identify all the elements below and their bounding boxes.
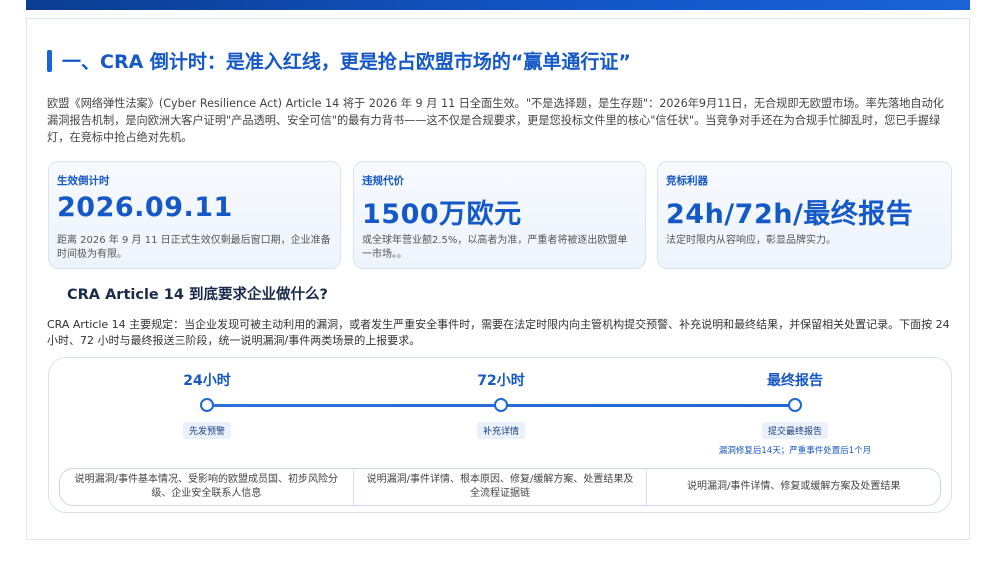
intro-paragraph: 欧盟《网络弹性法案》(Cyber Resilience Act) Article… [47, 97, 944, 144]
reporting-timeline: 24小时 72小时 最终报告 先发预警 补充详情 提交最终报告 漏洞修复后14天… [48, 357, 952, 513]
section-title: 一、CRA 倒计时：是准入红线，更是抢占欧盟市场的“赢单通行证” [62, 51, 631, 73]
top-banner-bar [26, 0, 970, 10]
stat-label: 违规代价 [362, 175, 404, 187]
phase-detail-24h: 说明漏洞/事件基本情况、受影响的欧盟成员国、初步风险分级、企业安全联系人信息 [60, 469, 354, 505]
phase-tag-72h: 补充详情 [476, 422, 526, 439]
final-deadline-note: 漏洞修复后14天；严重事件处置后1个月 [718, 446, 872, 456]
section-header: 一、CRA 倒计时：是准入红线，更是抢占欧盟市场的“赢单通行证” [47, 47, 631, 74]
timeline-node-final [788, 398, 802, 412]
phase-detail-row: 说明漏洞/事件基本情况、受影响的欧盟成员国、初步风险分级、企业安全联系人信息 说… [59, 468, 941, 506]
phase-tag-24h: 先发预警 [182, 422, 232, 439]
stat-desc: 距离 2026 年 9 月 11 日正式生效仅剩最后窗口期，企业准备时间极为有限… [57, 235, 331, 260]
phase-title-24h: 24小时 [183, 373, 231, 389]
title-accent-bar [47, 49, 52, 72]
phase-title-final: 最终报告 [767, 373, 823, 389]
stat-value: 24h/72h/最终报告 [666, 199, 914, 230]
content-card: 一、CRA 倒计时：是准入红线，更是抢占欧盟市场的“赢单通行证” 欧盟《网络弹性… [26, 18, 970, 540]
phase-tag-final: 提交最终报告 [761, 422, 829, 439]
stat-label: 竞标利器 [666, 175, 708, 187]
stat-label: 生效倒计时 [57, 175, 110, 187]
stat-value: 2026.09.11 [57, 192, 233, 223]
requirements-heading: CRA Article 14 到底要求企业做什么? [67, 287, 328, 303]
requirements-desc: CRA Article 14 主要规定：当企业发现可被主动利用的漏洞，或者发生严… [47, 318, 950, 347]
stat-card-countdown: 生效倒计时 2026.09.11 距离 2026 年 9 月 11 日正式生效仅… [48, 161, 341, 269]
stat-value: 1500万欧元 [362, 199, 522, 230]
timeline-node-24h [200, 398, 214, 412]
phase-detail-72h: 说明漏洞/事件详情、根本原因、修复/缓解方案、处置结果及全流程证据链 [354, 469, 648, 505]
stat-desc: 法定时限内从容响应，彰显品牌实力。 [666, 235, 836, 246]
timeline-node-72h [494, 398, 508, 412]
stat-desc: 或全球年营业额2.5%，以高者为准，严重者将被逐出欧盟单一市场。。 [362, 235, 628, 260]
phase-detail-final: 说明漏洞/事件详情、修复或缓解方案及处置结果 [686, 481, 901, 492]
stat-card-penalty: 违规代价 1500万欧元 或全球年营业额2.5%，以高者为准，严重者将被逐出欧盟… [353, 161, 646, 269]
stat-card-advantage: 竞标利器 24h/72h/最终报告 法定时限内从容响应，彰显品牌实力。 [657, 161, 952, 269]
phase-title-72h: 72小时 [477, 373, 525, 389]
